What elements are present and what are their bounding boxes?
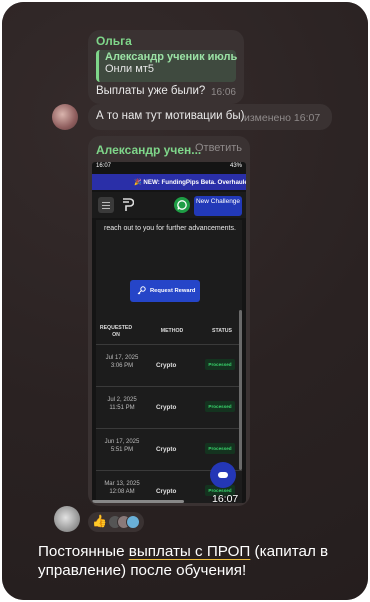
table-row: Jul 2, 2025 11:51 PM Crypto Processed xyxy=(96,386,242,427)
attached-screenshot[interactable]: 16:07 43% 🎉 NEW: FundingPips Beta. Overh… xyxy=(92,162,246,503)
request-reward-label: Request Reward xyxy=(150,288,196,294)
sender-name[interactable]: Ольга xyxy=(96,34,236,48)
thumbs-up-icon: 👍 xyxy=(92,514,107,528)
caption-text: Постоянные выплаты с ПРОП (капитал в упр… xyxy=(38,542,358,580)
edited-time: изменено 16:07 xyxy=(244,112,321,124)
reply-button[interactable]: Ответить xyxy=(195,142,242,154)
message-time: 16:07 xyxy=(212,493,239,505)
status-badge: Processed xyxy=(205,359,235,370)
caption-highlight: выплаты с ПРОП xyxy=(128,543,251,560)
row-date: Jul 2, 2025 11:51 PM xyxy=(107,397,137,411)
phone-status-bar: 16:07 43% xyxy=(92,162,246,172)
reactions-bar[interactable]: 👍 xyxy=(88,512,144,532)
status-time: 16:07 xyxy=(96,163,112,169)
fundingpips-logo-icon xyxy=(123,198,134,211)
horizontal-scrollbar xyxy=(92,500,185,503)
panel-text: reach out to you for further advancement… xyxy=(104,225,236,232)
sender-name[interactable]: Александр учен... xyxy=(96,143,201,157)
row-method: Crypto xyxy=(156,488,177,495)
row-date: Jun 17, 2025 5:51 PM xyxy=(104,439,140,453)
row-method: Crypto xyxy=(156,404,177,411)
col-status: STATUS xyxy=(212,328,232,334)
status-badge: Processed xyxy=(205,401,235,412)
avatar[interactable] xyxy=(52,104,78,130)
reply-text: Онли мт5 xyxy=(105,63,154,75)
avatar[interactable] xyxy=(54,506,80,532)
battery-level: 43% xyxy=(229,163,242,169)
chat-card: Ольга Александр ученик июль Онли мт5 Вып… xyxy=(2,2,368,600)
new-challenge-button: New Challenge xyxy=(194,196,242,216)
message-bubble[interactable]: А то нам тут мотивации бы) изменено 16:0… xyxy=(88,104,332,130)
message-time: 16:06 xyxy=(210,87,236,98)
message-bubble-photo[interactable]: Александр учен... Ответить 16:07 43% 🎉 N… xyxy=(88,136,250,506)
request-reward-button: Request Reward xyxy=(130,280,200,302)
whatsapp-icon xyxy=(174,197,190,213)
payouts-panel: reach out to you for further advancement… xyxy=(96,220,242,503)
reply-author: Александр ученик июль xyxy=(105,51,238,63)
reply-quote[interactable]: Александр ученик июль Онли мт5 xyxy=(96,50,238,82)
app-topbar: New Challenge xyxy=(92,192,246,218)
row-method: Crypto xyxy=(156,362,177,369)
col-method: METHOD xyxy=(160,328,184,334)
table-row: Jul 17, 2025 3:06 PM Crypto Processed xyxy=(96,344,242,385)
menu-icon xyxy=(98,197,114,213)
announcement-banner: 🎉 NEW: FundingPips Beta. Overhauled xyxy=(92,174,246,190)
reactor-avatar xyxy=(126,515,140,529)
chat-support-icon xyxy=(210,462,236,488)
row-date: Jul 17, 2025 3:06 PM xyxy=(105,355,139,369)
col-requested: REQUESTED ON xyxy=(99,325,133,338)
row-method: Crypto xyxy=(156,446,177,453)
row-date: Mar 13, 2025 12:08 AM xyxy=(104,481,140,495)
key-icon xyxy=(137,286,146,295)
message-bubble[interactable]: Ольга Александр ученик июль Онли мт5 Вып… xyxy=(88,30,244,104)
status-badge: Processed xyxy=(205,443,235,454)
caption-part: Постоянные xyxy=(38,543,129,560)
vertical-scrollbar xyxy=(239,310,242,470)
